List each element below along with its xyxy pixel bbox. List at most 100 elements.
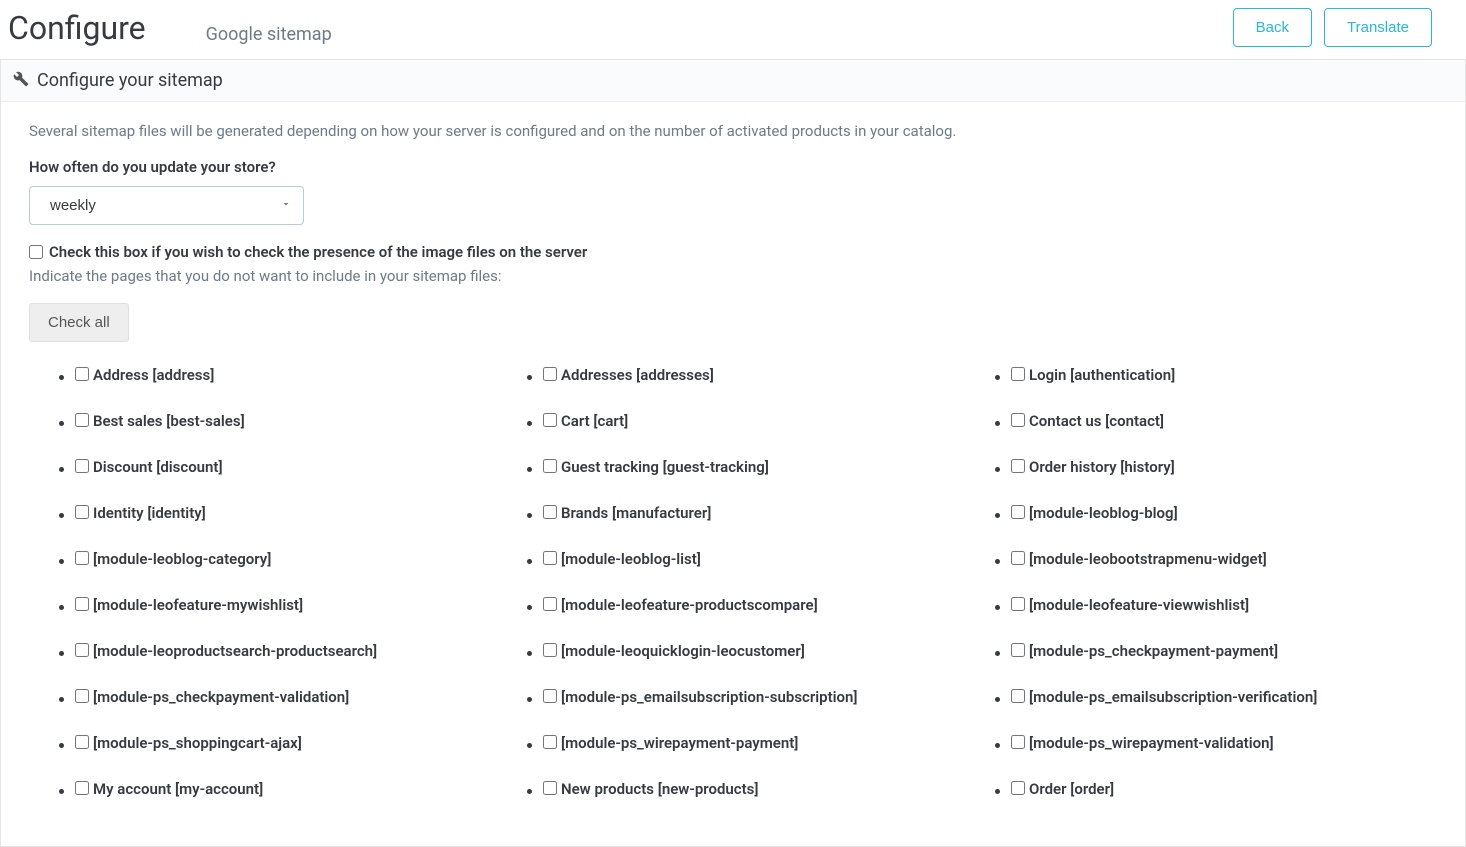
list-item: [module-ps_wirepayment-payment]	[543, 734, 969, 754]
page-item-label[interactable]: Contact us [contact]	[1011, 412, 1164, 430]
page-item-label[interactable]: [module-leoquicklogin-leocustomer]	[543, 642, 805, 660]
page-item-checkbox[interactable]	[75, 781, 89, 795]
page-item-checkbox[interactable]	[543, 781, 557, 795]
page-item-text: [module-leofeature-mywishlist]	[93, 596, 303, 614]
page-item-label[interactable]: [module-ps_wirepayment-payment]	[543, 734, 798, 752]
page-item-label[interactable]: [module-leofeature-viewwishlist]	[1011, 596, 1249, 614]
page-item-checkbox[interactable]	[1011, 413, 1025, 427]
page-item-checkbox[interactable]	[75, 413, 89, 427]
page-item-checkbox[interactable]	[543, 505, 557, 519]
page-item-checkbox[interactable]	[1011, 597, 1025, 611]
list-item: [module-leoproductsearch-productsearch]	[75, 642, 501, 662]
page-item-label[interactable]: Brands [manufacturer]	[543, 504, 711, 522]
page-item-checkbox[interactable]	[543, 735, 557, 749]
list-item: [module-ps_emailsubscription-subscriptio…	[543, 688, 969, 708]
page-item-checkbox[interactable]	[543, 459, 557, 473]
page-item-label[interactable]: [module-leoblog-list]	[543, 550, 701, 568]
list-item: [module-leofeature-viewwishlist]	[1011, 596, 1437, 616]
page-item-label[interactable]: New products [new-products]	[543, 780, 758, 798]
page-item-label[interactable]: Addresses [addresses]	[543, 366, 714, 384]
page-item-label[interactable]: [module-leoblog-blog]	[1011, 504, 1178, 522]
page-item-text: New products [new-products]	[561, 780, 758, 798]
check-images-label: Check this box if you wish to check the …	[49, 243, 587, 261]
page-item-checkbox[interactable]	[1011, 367, 1025, 381]
panel-description: Several sitemap files will be generated …	[29, 122, 1437, 140]
page-item-label[interactable]: Order history [history]	[1011, 458, 1175, 476]
panel-heading-text: Configure your sitemap	[37, 70, 223, 91]
page-item-label[interactable]: [module-ps_checkpayment-validation]	[75, 688, 349, 706]
back-button[interactable]: Back	[1233, 8, 1312, 47]
page-item-text: Order history [history]	[1029, 458, 1175, 476]
page-item-checkbox[interactable]	[1011, 735, 1025, 749]
page-item-checkbox[interactable]	[75, 689, 89, 703]
page-item-text: [module-leofeature-viewwishlist]	[1029, 596, 1249, 614]
translate-button[interactable]: Translate	[1324, 8, 1432, 47]
page-item-checkbox[interactable]	[543, 689, 557, 703]
page-item-checkbox[interactable]	[543, 597, 557, 611]
page-item-checkbox[interactable]	[75, 505, 89, 519]
list-item: [module-leoblog-category]	[75, 550, 501, 570]
page-item-text: [module-leoproductsearch-productsearch]	[93, 642, 377, 660]
list-item: [module-ps_wirepayment-validation]	[1011, 734, 1437, 754]
page-item-text: Login [authentication]	[1029, 366, 1175, 384]
page-item-label[interactable]: [module-leoblog-category]	[75, 550, 271, 568]
list-item: Contact us [contact]	[1011, 412, 1437, 432]
check-images-checkbox[interactable]	[29, 245, 43, 259]
page-item-checkbox[interactable]	[75, 643, 89, 657]
list-item: Brands [manufacturer]	[543, 504, 969, 524]
page-item-label[interactable]: Cart [cart]	[543, 412, 628, 430]
page-item-label[interactable]: [module-ps_checkpayment-payment]	[1011, 642, 1278, 660]
page-item-checkbox[interactable]	[1011, 781, 1025, 795]
page-item-checkbox[interactable]	[543, 413, 557, 427]
page-item-checkbox[interactable]	[1011, 689, 1025, 703]
frequency-select[interactable]: weekly	[29, 186, 304, 225]
page-item-text: My account [my-account]	[93, 780, 263, 798]
page-item-text: Cart [cart]	[561, 412, 628, 430]
page-item-checkbox[interactable]	[543, 367, 557, 381]
check-all-button[interactable]: Check all	[29, 303, 129, 342]
page-item-label[interactable]: Guest tracking [guest-tracking]	[543, 458, 769, 476]
page-item-label[interactable]: Identity [identity]	[75, 504, 206, 522]
page-item-label[interactable]: [module-ps_shoppingcart-ajax]	[75, 734, 302, 752]
page-item-label[interactable]: Address [address]	[75, 366, 214, 384]
page-item-checkbox[interactable]	[543, 643, 557, 657]
page-item-text: [module-ps_wirepayment-validation]	[1029, 734, 1274, 752]
page-item-label[interactable]: [module-leoproductsearch-productsearch]	[75, 642, 377, 660]
page-item-label[interactable]: Discount [discount]	[75, 458, 223, 476]
page-item-checkbox[interactable]	[1011, 505, 1025, 519]
list-item: [module-leoblog-list]	[543, 550, 969, 570]
page-item-label[interactable]: Best sales [best-sales]	[75, 412, 245, 430]
list-item: Discount [discount]	[75, 458, 501, 478]
page-item-text: [module-ps_emailsubscription-verificatio…	[1029, 688, 1317, 706]
page-item-text: [module-leofeature-productscompare]	[561, 596, 818, 614]
page-item-label[interactable]: [module-leobootstrapmenu-widget]	[1011, 550, 1267, 568]
page-item-label[interactable]: [module-ps_emailsubscription-verificatio…	[1011, 688, 1317, 706]
page-item-label[interactable]: [module-leofeature-mywishlist]	[75, 596, 303, 614]
list-item: [module-leofeature-productscompare]	[543, 596, 969, 616]
configure-panel: Configure your sitemap Several sitemap f…	[0, 60, 1466, 847]
pages-grid: Address [address] Best sales [best-sales]…	[57, 366, 1437, 826]
page-item-label[interactable]: Login [authentication]	[1011, 366, 1175, 384]
page-item-checkbox[interactable]	[75, 597, 89, 611]
page-item-checkbox[interactable]	[75, 551, 89, 565]
list-item: [module-leobootstrapmenu-widget]	[1011, 550, 1437, 570]
page-item-label[interactable]: [module-ps_emailsubscription-subscriptio…	[543, 688, 858, 706]
page-item-label[interactable]: [module-ps_wirepayment-validation]	[1011, 734, 1274, 752]
page-title: Configure	[8, 9, 146, 47]
page-item-checkbox[interactable]	[75, 735, 89, 749]
page-item-label[interactable]: My account [my-account]	[75, 780, 263, 798]
page-item-checkbox[interactable]	[1011, 459, 1025, 473]
list-item: [module-leoblog-blog]	[1011, 504, 1437, 524]
list-item: Best sales [best-sales]	[75, 412, 501, 432]
exclude-hint: Indicate the pages that you do not want …	[29, 267, 1437, 285]
page-item-text: Discount [discount]	[93, 458, 223, 476]
page-item-text: Order [order]	[1029, 780, 1114, 798]
page-item-checkbox[interactable]	[1011, 551, 1025, 565]
page-item-checkbox[interactable]	[75, 367, 89, 381]
page-item-checkbox[interactable]	[543, 551, 557, 565]
page-item-label[interactable]: [module-leofeature-productscompare]	[543, 596, 818, 614]
list-item: Order history [history]	[1011, 458, 1437, 478]
page-item-label[interactable]: Order [order]	[1011, 780, 1114, 798]
page-item-checkbox[interactable]	[75, 459, 89, 473]
page-item-checkbox[interactable]	[1011, 643, 1025, 657]
